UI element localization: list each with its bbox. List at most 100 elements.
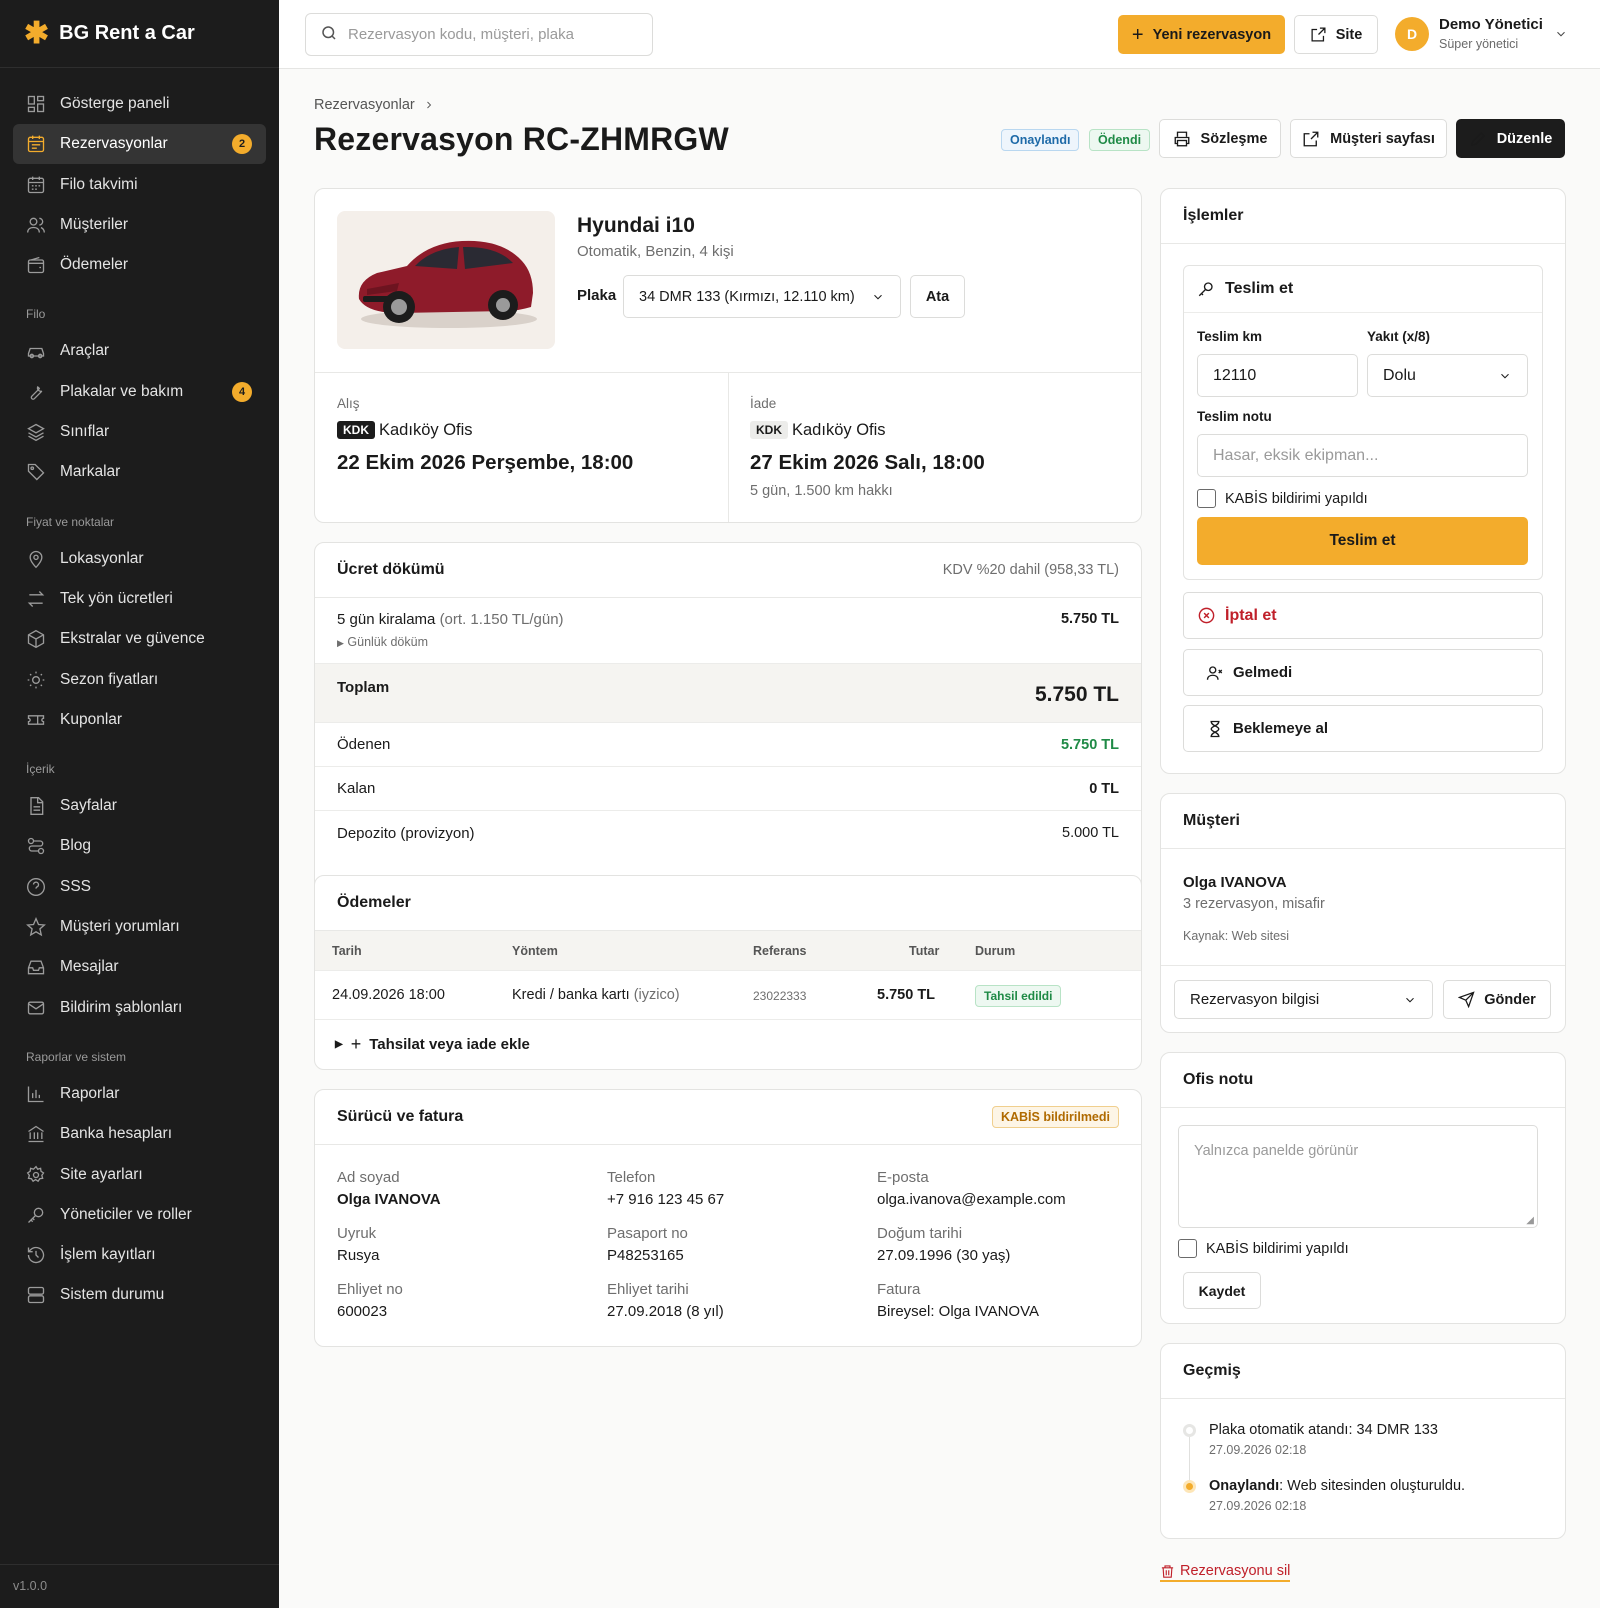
- site-button[interactable]: Site: [1294, 15, 1378, 54]
- sidebar-item-label: Mesajlar: [60, 958, 119, 976]
- sidebar-item-vehicles[interactable]: Araçlar: [13, 331, 266, 371]
- assign-plate-button[interactable]: Ata: [910, 275, 965, 318]
- sidebar-item-label: İşlem kayıtları: [60, 1246, 156, 1264]
- no-show-button[interactable]: Gelmedi: [1183, 649, 1543, 696]
- deliver-button[interactable]: Teslim et: [1197, 517, 1528, 565]
- driver-field: Telefon +7 916 123 45 67: [607, 1169, 724, 1208]
- customer-page-button[interactable]: Müşteri sayfası: [1290, 119, 1447, 158]
- payments-card: Ödemeler Tarih Yöntem Referans Tutar Dur…: [314, 875, 1142, 1070]
- brand[interactable]: ✱ BG Rent a Car: [0, 0, 279, 68]
- delivery-note-input[interactable]: Hasar, eksik ekipman...: [1197, 434, 1528, 477]
- reservations-count-badge: 2: [232, 134, 252, 155]
- package-icon: [25, 628, 47, 650]
- sidebar-item-reservations[interactable]: Rezervasyonlar 2: [13, 124, 266, 165]
- search-box[interactable]: [305, 13, 653, 56]
- km-input[interactable]: 12110: [1197, 354, 1358, 397]
- wallet-icon: [25, 254, 47, 276]
- office-kabis-checkbox[interactable]: [1178, 1239, 1197, 1258]
- driver-field: Doğum tarihi 27.09.1996 (30 yaş): [877, 1225, 1010, 1264]
- sidebar-item-activity-logs[interactable]: İşlem kayıtları: [13, 1235, 266, 1275]
- sidebar-item-notification-templates[interactable]: Bildirim şablonları: [13, 988, 266, 1028]
- sidebar-item-reports[interactable]: Raporlar: [13, 1074, 266, 1114]
- chevron-down-icon[interactable]: [1554, 27, 1568, 41]
- sidebar-item-payments[interactable]: Ödemeler: [13, 245, 266, 285]
- send-button[interactable]: Gönder: [1443, 980, 1551, 1019]
- plate-select[interactable]: 34 DMR 133 (Kırmızı, 12.110 km): [623, 275, 901, 318]
- arrows-swap-icon: [25, 588, 47, 610]
- sidebar-item-customers[interactable]: Müşteriler: [13, 205, 266, 245]
- history-card: Geçmiş Plaka otomatik atandı: 34 DMR 133…: [1160, 1343, 1566, 1539]
- field-value: 27.09.1996 (30 yaş): [877, 1247, 1011, 1264]
- table-row[interactable]: 24.09.2026 18:00 Kredi / banka kartı (iy…: [315, 971, 1141, 1020]
- daily-breakdown-toggle[interactable]: ▶ Günlük döküm: [337, 635, 564, 649]
- customer-name[interactable]: Olga IVANOVA: [1183, 874, 1287, 891]
- users-icon: [25, 214, 47, 236]
- deliver-panel-header[interactable]: Teslim et: [1184, 266, 1542, 313]
- driver-field: Ehliyet no 600023: [337, 1281, 403, 1320]
- sidebar-item-season-prices[interactable]: Sezon fiyatları: [13, 660, 266, 700]
- sidebar-item-brands[interactable]: Markalar: [13, 452, 266, 492]
- sidebar-item-extras[interactable]: Ekstralar ve güvence: [13, 619, 266, 659]
- new-reservation-label: Yeni rezervasyon: [1152, 26, 1272, 43]
- bar-chart-icon: [25, 1083, 47, 1105]
- chevron-right-icon: [423, 99, 435, 111]
- add-payment-toggle[interactable]: ▶ + Tahsilat veya iade ekle: [315, 1020, 1141, 1068]
- sidebar-item-reviews[interactable]: Müşteri yorumları: [13, 907, 266, 947]
- plate-select-value: 34 DMR 133 (Kırmızı, 12.110 km): [639, 288, 855, 305]
- office-note-title: Ofis notu: [1183, 1071, 1254, 1088]
- history-entry-time: 27.09.2026 02:18: [1209, 1443, 1307, 1457]
- cancel-button[interactable]: İptal et: [1183, 592, 1543, 639]
- history-entry-text: : Web sitesinden oluşturuldu.: [1279, 1478, 1466, 1494]
- driver-field: Fatura Bireysel: Olga IVANOVA: [877, 1281, 1039, 1320]
- office-kabis-checkbox-row[interactable]: KABİS bildirimi yapıldı: [1178, 1239, 1349, 1258]
- sidebar-item-system-status[interactable]: Sistem durumu: [13, 1275, 266, 1315]
- avatar[interactable]: D: [1395, 17, 1429, 51]
- cancel-label: İptal et: [1225, 606, 1277, 624]
- sidebar-item-coupons[interactable]: Kuponlar: [13, 700, 266, 740]
- x-circle-icon: [1197, 606, 1216, 625]
- field-label: Telefon: [607, 1169, 656, 1186]
- office-note-header: Ofis notu: [1161, 1053, 1565, 1108]
- user-x-icon: [1206, 664, 1224, 682]
- kabis-checkbox-row[interactable]: KABİS bildirimi yapıldı: [1197, 489, 1368, 508]
- vehicle-card: Hyundai i10 Otomatik, Benzin, 4 kişi Pla…: [314, 188, 1142, 523]
- sidebar-item-pages[interactable]: Sayfalar: [13, 786, 266, 826]
- km-input-value: 12110: [1213, 366, 1257, 384]
- site-label: Site: [1335, 26, 1363, 43]
- sidebar-item-messages[interactable]: Mesajlar: [13, 947, 266, 987]
- breadcrumb-reservations-link[interactable]: Rezervasyonlar: [314, 97, 415, 113]
- kabis-checkbox[interactable]: [1197, 489, 1216, 508]
- sidebar-item-admins-roles[interactable]: Yöneticiler ve roller: [13, 1195, 266, 1235]
- user-name[interactable]: Demo Yönetici: [1439, 16, 1543, 33]
- sidebar-item-bank-accounts[interactable]: Banka hesapları: [13, 1114, 266, 1154]
- sidebar-item-plates-maintenance[interactable]: Plakalar ve bakım 4: [13, 372, 266, 412]
- contract-button[interactable]: Sözleşme: [1159, 119, 1281, 158]
- sidebar-item-one-way-fees[interactable]: Tek yön ücretleri: [13, 579, 266, 619]
- edit-button[interactable]: Düzenle: [1456, 119, 1565, 158]
- car-image: [358, 240, 537, 328]
- mail-icon: [25, 997, 47, 1019]
- sidebar-item-blog[interactable]: Blog: [13, 826, 266, 866]
- sidebar-item-dashboard[interactable]: Gösterge paneli: [13, 84, 266, 124]
- brand-name: BG Rent a Car: [59, 22, 195, 44]
- payment-method-label: Kredi / banka kartı: [512, 987, 630, 1003]
- office-note-textarea[interactable]: Yalnızca panelde görünür ◢: [1178, 1125, 1538, 1228]
- sidebar-item-label: Blog: [60, 837, 92, 855]
- hold-button[interactable]: Beklemeye al: [1183, 705, 1543, 752]
- sidebar-item-fleet-calendar[interactable]: Filo takvimi: [13, 165, 266, 205]
- fuel-select[interactable]: Dolu: [1367, 354, 1528, 397]
- sidebar-item-faq[interactable]: SSS: [13, 867, 266, 907]
- sidebar-item-locations[interactable]: Lokasyonlar: [13, 539, 266, 579]
- sidebar-item-classes[interactable]: Sınıflar: [13, 412, 266, 452]
- search-input[interactable]: [348, 26, 638, 43]
- sidebar-item-site-settings[interactable]: Site ayarları: [13, 1155, 266, 1195]
- field-label: Ehliyet no: [337, 1281, 403, 1298]
- message-template-select[interactable]: Rezervasyon bilgisi: [1174, 980, 1433, 1019]
- sidebar-nav: Gösterge paneli Rezervasyonlar 2 Filo ta…: [0, 68, 279, 1315]
- sidebar-item-label: Lokasyonlar: [60, 549, 144, 567]
- delete-reservation-link[interactable]: Rezervasyonu sil: [1160, 1563, 1291, 1582]
- field-value: Olga IVANOVA: [337, 1191, 441, 1208]
- gear-icon: [25, 1164, 47, 1186]
- save-button[interactable]: Kaydet: [1183, 1272, 1261, 1309]
- new-reservation-button[interactable]: + Yeni rezervasyon: [1118, 15, 1285, 54]
